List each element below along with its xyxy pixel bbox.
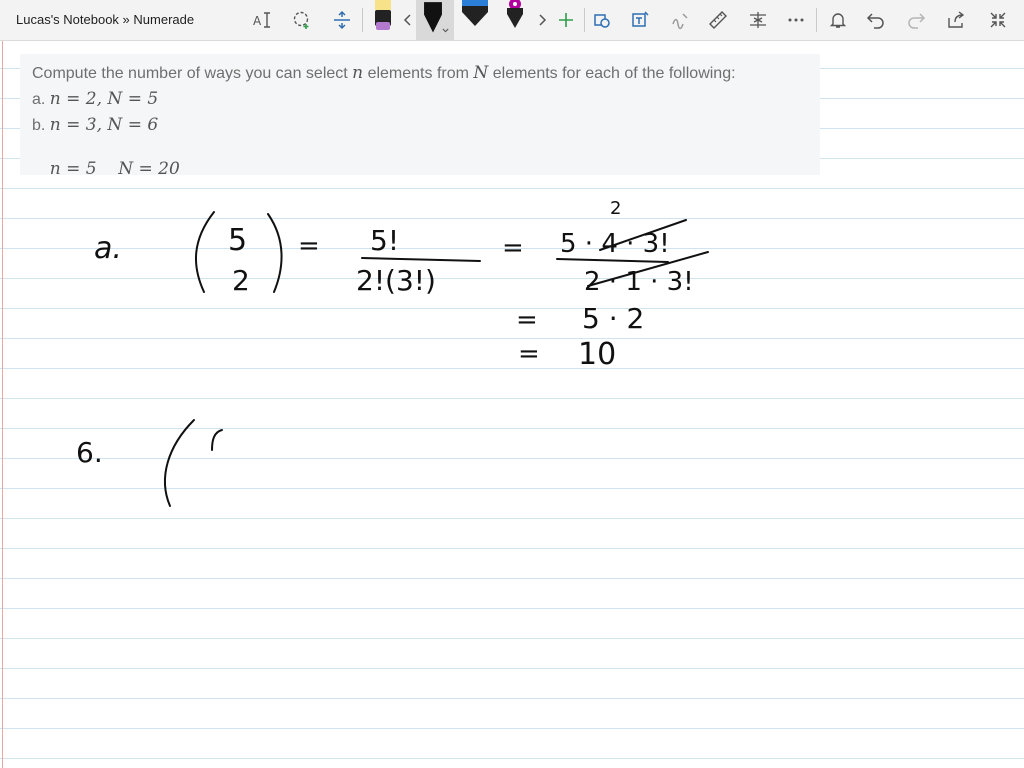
prompt-text: elements for each of the following: xyxy=(492,65,736,82)
lasso-select-icon[interactable] xyxy=(290,8,314,32)
toolbar: Lucas's Notebook » Numerade A xyxy=(0,0,1024,41)
item-label: b. xyxy=(32,117,46,134)
item-math: n = 2, N = 5 xyxy=(49,89,159,109)
highlighter-yellow-icon[interactable] xyxy=(366,0,400,40)
svg-text:A: A xyxy=(253,14,262,28)
prompt-text: Compute the number of ways you can selec… xyxy=(32,65,348,82)
ink-to-math-icon[interactable] xyxy=(668,8,692,32)
redo-icon[interactable] xyxy=(904,8,928,32)
ruler-icon[interactable] xyxy=(706,8,730,32)
add-pen-icon[interactable] xyxy=(554,8,578,32)
collapse-icon[interactable] xyxy=(986,8,1010,32)
window-title: Lucas's Notebook » Numerade xyxy=(16,12,195,27)
question-item-b: b. n = 3, N = 6 xyxy=(32,115,158,135)
ink-to-shape-icon[interactable] xyxy=(590,8,614,32)
pen-black-icon[interactable] xyxy=(416,0,454,40)
page-margin-line xyxy=(2,41,3,768)
bell-icon[interactable] xyxy=(826,8,850,32)
share-icon[interactable] xyxy=(944,8,968,32)
item-math: n = 5 N = 20 xyxy=(49,159,180,179)
pen-magenta-icon[interactable] xyxy=(498,0,532,40)
ink-to-text-icon[interactable] xyxy=(628,8,652,32)
toolbar-divider xyxy=(362,8,363,32)
text-to-ink-icon[interactable]: A xyxy=(250,8,274,32)
question-card: Compute the number of ways you can selec… xyxy=(20,54,820,179)
toolbar-divider xyxy=(584,8,585,32)
variable-N: N xyxy=(473,63,489,83)
variable-n: n xyxy=(352,63,364,83)
question-item-c: n = 5 N = 20 xyxy=(32,141,180,197)
undo-icon[interactable] xyxy=(864,8,888,32)
toolbar-divider xyxy=(816,8,817,32)
question-prompt: Compute the number of ways you can selec… xyxy=(32,63,736,83)
question-item-a: a. n = 2, N = 5 xyxy=(32,89,158,109)
pen-blue-icon[interactable] xyxy=(458,0,492,40)
more-icon[interactable] xyxy=(784,8,808,32)
scroll-right-icon[interactable] xyxy=(530,8,554,32)
item-math: n = 3, N = 6 xyxy=(49,115,159,135)
insert-space-icon[interactable] xyxy=(330,8,354,32)
prompt-text: elements from xyxy=(367,65,469,82)
item-label: a. xyxy=(32,91,46,108)
math-tool-icon[interactable] xyxy=(746,8,770,32)
